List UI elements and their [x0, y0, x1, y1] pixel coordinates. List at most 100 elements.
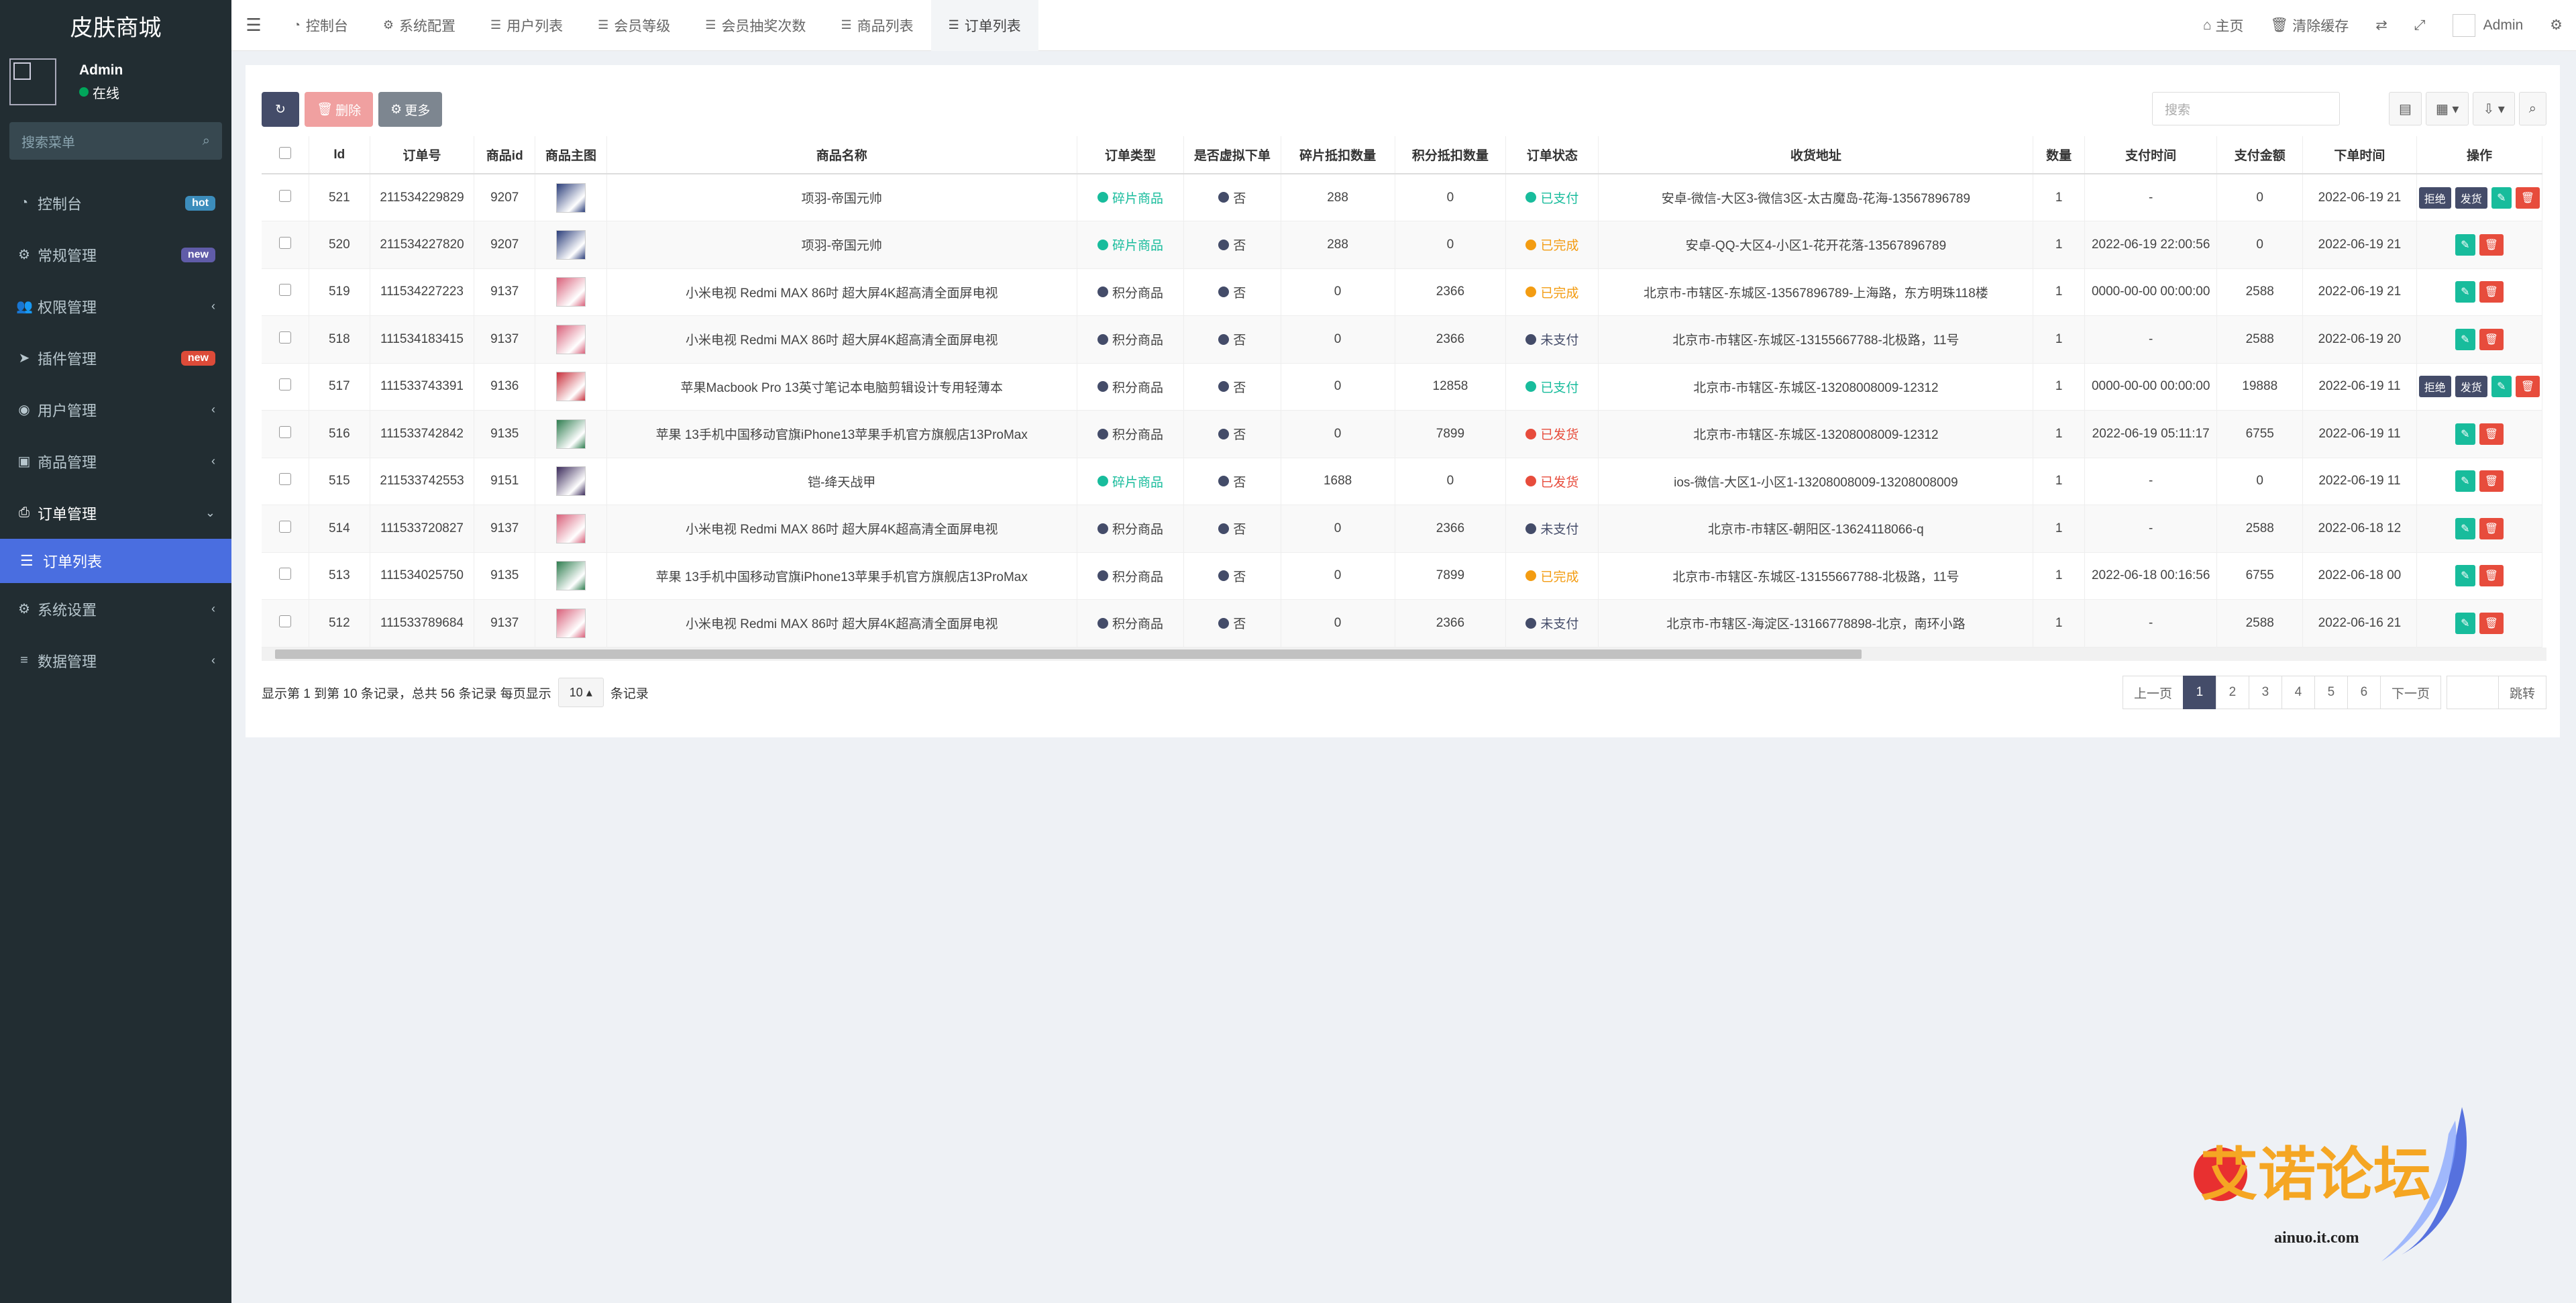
page-number-button[interactable]: 4: [2281, 676, 2315, 709]
refresh-button[interactable]: ↻: [262, 92, 299, 127]
tab-4[interactable]: ☰ 会员抽奖次数: [688, 0, 823, 51]
column-header[interactable]: 收货地址: [1598, 136, 2034, 174]
row-checkbox[interactable]: [278, 615, 291, 627]
column-header[interactable]: 是否虚拟下单: [1183, 136, 1281, 174]
product-thumbnail[interactable]: [556, 466, 586, 497]
product-thumbnail[interactable]: [556, 324, 586, 354]
column-header[interactable]: 商品id: [474, 136, 536, 174]
edit-button[interactable]: ✎: [2455, 470, 2475, 492]
table-row[interactable]: 518 111534183415 9137 小米电视 Redmi MAX 86吋 超大…: [262, 315, 2543, 364]
row-checkbox[interactable]: [278, 568, 291, 580]
row-checkbox[interactable]: [278, 284, 291, 297]
sidebar-item-3[interactable]: ➤ 插件管理 new: [0, 332, 231, 384]
sidebar-item-4[interactable]: ◉ 用户管理 ‹: [0, 384, 231, 435]
product-thumbnail[interactable]: [556, 229, 586, 260]
edit-button[interactable]: ✎: [2455, 565, 2475, 587]
clear-cache-button[interactable]: 🗑 清除缓存: [2257, 15, 2363, 36]
next-page-button[interactable]: 下一页: [2379, 676, 2441, 709]
edit-button[interactable]: ✎: [2491, 187, 2512, 209]
page-number-button[interactable]: 2: [2215, 676, 2249, 709]
delete-row-button[interactable]: 🗑: [2515, 187, 2540, 209]
table-row[interactable]: 519 111534227223 9137 小米电视 Redmi MAX 86吋 超大…: [262, 268, 2543, 316]
sidebar-item-7[interactable]: ⚙ 系统设置 ‹: [0, 583, 231, 635]
tab-5[interactable]: ☰ 商品列表: [823, 0, 930, 51]
table-row[interactable]: 516 111533742842 9135 苹果 13手机中国移动官旗iPhone13…: [262, 410, 2543, 458]
product-thumbnail[interactable]: [556, 419, 586, 449]
more-button[interactable]: ⚙ 更多: [378, 92, 443, 127]
column-header[interactable]: 数量: [2033, 136, 2085, 174]
delete-row-button[interactable]: 🗑: [2479, 281, 2504, 303]
row-checkbox[interactable]: [278, 236, 291, 249]
column-header[interactable]: 订单类型: [1077, 136, 1185, 174]
product-thumbnail[interactable]: [556, 183, 586, 213]
tab-1[interactable]: ⚙ 系统配置: [366, 0, 473, 51]
product-thumbnail[interactable]: [556, 372, 586, 402]
sidebar-item-2[interactable]: 👥 权限管理 ‹: [0, 280, 231, 332]
tab-2[interactable]: ☰ 用户列表: [473, 0, 580, 51]
edit-button[interactable]: ✎: [2491, 376, 2512, 398]
column-header[interactable]: Id: [309, 136, 370, 174]
export-button[interactable]: ⇩ ▾: [2473, 92, 2515, 125]
delete-row-button[interactable]: 🗑: [2479, 517, 2504, 539]
table-search-input[interactable]: 搜索: [2152, 92, 2340, 125]
sidebar-item-8[interactable]: ≡ 数据管理 ‹: [0, 635, 231, 686]
fullscreen-icon[interactable]: ⤢: [2401, 17, 2439, 34]
column-header[interactable]: 碎片抵扣数量: [1281, 136, 1395, 174]
delete-row-button[interactable]: 🗑: [2515, 376, 2540, 398]
edit-button[interactable]: ✎: [2455, 328, 2475, 350]
table-row[interactable]: 517 111533743391 9136 苹果Macbook Pro 13英寸笔记本…: [262, 363, 2543, 411]
delete-row-button[interactable]: 🗑: [2479, 233, 2504, 256]
product-thumbnail[interactable]: [556, 608, 586, 638]
table-row[interactable]: 514 111533720827 9137 小米电视 Redmi MAX 86吋 超大…: [262, 505, 2543, 553]
product-thumbnail[interactable]: [556, 277, 586, 307]
advanced-search-button[interactable]: ⌕: [2518, 92, 2546, 125]
settings-gear-icon[interactable]: ⚙: [2536, 17, 2576, 34]
edit-button[interactable]: ✎: [2455, 281, 2475, 303]
horizontal-scrollbar[interactable]: [262, 647, 2546, 661]
tab-3[interactable]: ☰ 会员等级: [580, 0, 688, 51]
row-checkbox[interactable]: [278, 189, 291, 202]
page-number-button[interactable]: 3: [2248, 676, 2282, 709]
tab-6[interactable]: ☰ 订单列表: [930, 0, 1038, 51]
table-row[interactable]: 521 211534229829 9207 项羽-帝国元帅 碎片商品否 288 0 已支付 安卓…: [262, 174, 2543, 221]
sidebar-item-5[interactable]: ▣ 商品管理 ‹: [0, 435, 231, 487]
column-header[interactable]: 积分抵扣数量: [1395, 136, 1507, 174]
edit-button[interactable]: ✎: [2455, 517, 2475, 539]
column-header[interactable]: 支付时间: [2084, 136, 2218, 174]
column-header[interactable]: 商品主图: [535, 136, 607, 174]
jump-button[interactable]: 跳转: [2498, 676, 2546, 709]
edit-button[interactable]: ✎: [2455, 612, 2475, 634]
edit-button[interactable]: ✎: [2455, 233, 2475, 256]
column-header[interactable]: 下单时间: [2302, 136, 2417, 174]
column-header[interactable]: 商品名称: [606, 136, 1077, 174]
ship-button[interactable]: 发货: [2455, 376, 2487, 398]
page-number-button[interactable]: 1: [2182, 676, 2216, 709]
scrollbar-thumb[interactable]: [275, 649, 1862, 659]
delete-row-button[interactable]: 🗑: [2479, 328, 2504, 350]
row-checkbox[interactable]: [278, 425, 291, 438]
delete-button[interactable]: 🗑 删除: [305, 92, 374, 127]
sidebar-toggle-icon[interactable]: ☰: [231, 15, 276, 36]
page-number-button[interactable]: 6: [2347, 676, 2381, 709]
row-checkbox[interactable]: [278, 331, 291, 344]
jump-page-input[interactable]: [2446, 676, 2499, 709]
language-icon[interactable]: ⇄: [2362, 17, 2401, 34]
row-checkbox[interactable]: [278, 378, 291, 391]
reject-button[interactable]: 拒绝: [2418, 376, 2451, 398]
home-link[interactable]: ⌂ 主页: [2190, 15, 2257, 36]
app-logo[interactable]: 皮肤商城: [0, 0, 231, 51]
column-header[interactable]: 订单状态: [1505, 136, 1599, 174]
table-row[interactable]: 520 211534227820 9207 项羽-帝国元帅 碎片商品否 288 0 已完成 安卓…: [262, 221, 2543, 269]
delete-row-button[interactable]: 🗑: [2479, 470, 2504, 492]
row-checkbox[interactable]: [278, 520, 291, 533]
page-size-select[interactable]: 10 ▴: [557, 678, 604, 707]
column-header[interactable]: 操作: [2416, 136, 2543, 174]
table-row[interactable]: 513 111534025750 9135 苹果 13手机中国移动官旗iPhone13…: [262, 552, 2543, 600]
table-row[interactable]: 512 111533789684 9137 小米电视 Redmi MAX 86吋 超大…: [262, 599, 2543, 647]
sidebar-subitem-order-list[interactable]: ☰ 订单列表: [0, 539, 231, 583]
reject-button[interactable]: 拒绝: [2418, 187, 2451, 209]
admin-menu[interactable]: Admin: [2439, 13, 2537, 37]
page-number-button[interactable]: 5: [2314, 676, 2348, 709]
delete-row-button[interactable]: 🗑: [2479, 612, 2504, 634]
search-icon[interactable]: ⌕: [203, 134, 210, 149]
